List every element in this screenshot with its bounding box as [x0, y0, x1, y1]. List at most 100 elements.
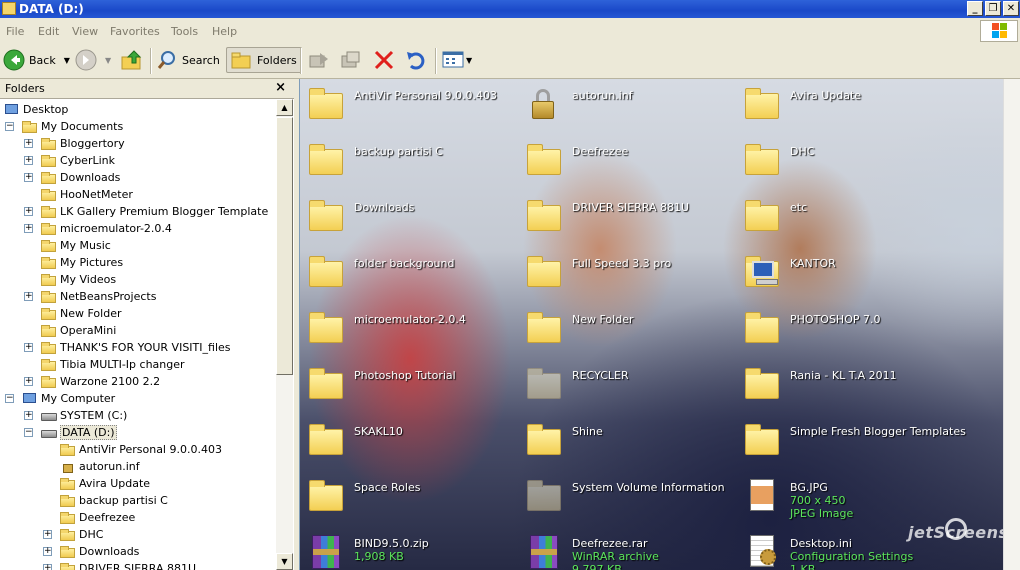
tree-item[interactable]: My Music — [41, 237, 111, 254]
scroll-down-icon[interactable]: ▼ — [276, 553, 293, 570]
tree-item[interactable]: AntiVir Personal 9.0.0.403 — [60, 441, 222, 458]
forward-dropdown-icon[interactable]: ▼ — [105, 56, 111, 65]
file-item[interactable]: DRIVER SIERRA 881U — [526, 199, 689, 239]
close-button[interactable]: ✕ — [1003, 1, 1019, 16]
tree-item[interactable]: Tibia MULTI-Ip changer — [41, 356, 185, 373]
expand-icon[interactable]: + — [24, 292, 33, 301]
move-to-button[interactable] — [308, 50, 330, 70]
tree-item[interactable]: + CyberLink — [24, 152, 115, 169]
scroll-up-icon[interactable]: ▲ — [276, 99, 293, 116]
tree-item[interactable]: autorun.inf — [60, 458, 140, 475]
folder-icon — [60, 545, 76, 559]
expand-icon[interactable]: + — [43, 530, 52, 539]
menu-tools[interactable]: Tools — [171, 25, 198, 38]
tree-item[interactable]: + microemulator-2.0.4 — [24, 220, 172, 237]
tree-item[interactable]: My Videos — [41, 271, 116, 288]
file-item[interactable]: BG.JPG 700 x 450 JPEG Image — [744, 479, 853, 520]
menu-favorites[interactable]: Favorites — [110, 25, 160, 38]
restore-button[interactable]: ❐ — [985, 1, 1001, 16]
tree-item[interactable]: OperaMini — [41, 322, 116, 339]
tree-item[interactable]: + Downloads — [24, 169, 120, 186]
file-item[interactable]: Downloads — [308, 199, 414, 239]
tree-item[interactable]: + DHC — [43, 526, 103, 543]
file-item[interactable]: RECYCLER — [526, 367, 629, 407]
expand-icon[interactable]: + — [43, 564, 52, 570]
tree-item[interactable]: − DATA (D:) — [24, 424, 117, 441]
file-item[interactable]: Avira Update — [744, 87, 861, 127]
tree-item[interactable]: − My Computer — [5, 390, 115, 407]
collapse-icon[interactable]: − — [5, 122, 14, 131]
tree-item[interactable]: Deefrezee — [60, 509, 135, 526]
expand-icon[interactable]: + — [43, 547, 52, 556]
tree-item[interactable]: New Folder — [41, 305, 121, 322]
tree-item[interactable]: HooNetMeter — [41, 186, 133, 203]
tree-item[interactable]: My Pictures — [41, 254, 123, 271]
collapse-icon[interactable]: − — [24, 428, 33, 437]
back-dropdown-icon[interactable]: ▼ — [64, 56, 70, 65]
file-item[interactable]: AntiVir Personal 9.0.0.403 — [308, 87, 497, 127]
expand-icon[interactable]: + — [24, 156, 33, 165]
file-item[interactable]: System Volume Information — [526, 479, 725, 519]
collapse-icon[interactable]: − — [5, 394, 14, 403]
tree-item[interactable]: + Downloads — [43, 543, 139, 560]
file-item[interactable]: autorun.inf — [526, 87, 633, 127]
file-item[interactable]: Full Speed 3.3 pro — [526, 255, 671, 295]
file-item[interactable]: etc — [744, 199, 807, 239]
file-item[interactable]: folder background — [308, 255, 455, 295]
tree-item[interactable]: Desktop — [4, 101, 68, 118]
expand-icon[interactable]: + — [24, 377, 33, 386]
folder-tree-scrollbar[interactable]: ▲ ▼ — [276, 99, 293, 570]
tree-item[interactable]: + NetBeansProjects — [24, 288, 156, 305]
file-item[interactable]: Deefrezee.rar WinRAR archive 9,797 KB — [526, 535, 659, 570]
up-folder-button[interactable] — [120, 49, 144, 71]
tree-item[interactable]: + LK Gallery Premium Blogger Template — [24, 203, 268, 220]
menu-file[interactable]: File — [6, 25, 24, 38]
file-item[interactable]: Space Roles — [308, 479, 420, 519]
delete-button[interactable] — [373, 50, 395, 70]
expand-icon[interactable]: + — [24, 207, 33, 216]
file-item[interactable]: Desktop.ini Configuration Settings 1 KB — [744, 535, 913, 570]
copy-to-button[interactable] — [340, 50, 362, 70]
file-item[interactable]: KANTOR — [744, 255, 836, 295]
undo-button[interactable] — [405, 50, 427, 70]
minimize-button[interactable]: _ — [967, 1, 983, 16]
file-item[interactable]: PHOTOSHOP 7.0 — [744, 311, 880, 351]
tree-item[interactable]: − My Documents — [5, 118, 123, 135]
tree-item[interactable]: + THANK'S FOR YOUR VISITI_files — [24, 339, 231, 356]
file-item[interactable]: DHC — [744, 143, 814, 183]
views-button[interactable]: ▼ — [442, 50, 472, 70]
tree-item[interactable]: + Bloggertory — [24, 135, 125, 152]
file-item[interactable]: Deefrezee — [526, 143, 628, 183]
file-item[interactable]: Shine — [526, 423, 603, 463]
expand-icon[interactable]: + — [24, 224, 33, 233]
forward-button[interactable]: ▼ — [75, 49, 111, 71]
expand-icon[interactable]: + — [24, 173, 33, 182]
menu-view[interactable]: View — [72, 25, 98, 38]
back-button[interactable]: Back ▼ — [3, 49, 70, 71]
file-item[interactable]: Photoshop Tutorial — [308, 367, 456, 407]
scrollbar-thumb[interactable] — [276, 117, 293, 375]
tree-item[interactable]: Avira Update — [60, 475, 150, 492]
close-icon[interactable]: × — [275, 80, 286, 95]
expand-icon[interactable]: + — [24, 139, 33, 148]
file-item[interactable]: New Folder — [526, 311, 633, 351]
tree-item[interactable]: + Warzone 2100 2.2 — [24, 373, 160, 390]
tree-item[interactable]: backup partisi C — [60, 492, 168, 509]
file-list-scrollbar[interactable] — [1003, 79, 1020, 570]
file-item[interactable]: Rania - KL T.A 2011 — [744, 367, 897, 407]
file-item[interactable]: SKAKL10 — [308, 423, 403, 463]
menu-edit[interactable]: Edit — [38, 25, 59, 38]
drive-icon — [41, 409, 57, 423]
tree-item[interactable]: + DRIVER SIERRA 881U — [43, 560, 196, 570]
search-button[interactable]: Search — [156, 49, 220, 71]
menu-help[interactable]: Help — [212, 25, 237, 38]
tree-item[interactable]: + SYSTEM (C:) — [24, 407, 127, 424]
expand-icon[interactable]: + — [24, 411, 33, 420]
folders-button[interactable]: Folders — [226, 47, 302, 73]
file-item[interactable]: BIND9.5.0.zip 1,908 KB — [308, 535, 429, 570]
expand-icon[interactable]: + — [24, 343, 33, 352]
file-item[interactable]: Simple Fresh Blogger Templates — [744, 423, 966, 463]
file-item[interactable]: backup partisi C — [308, 143, 443, 183]
file-item[interactable]: microemulator-2.0.4 — [308, 311, 466, 351]
views-dropdown-icon[interactable]: ▼ — [466, 56, 472, 65]
